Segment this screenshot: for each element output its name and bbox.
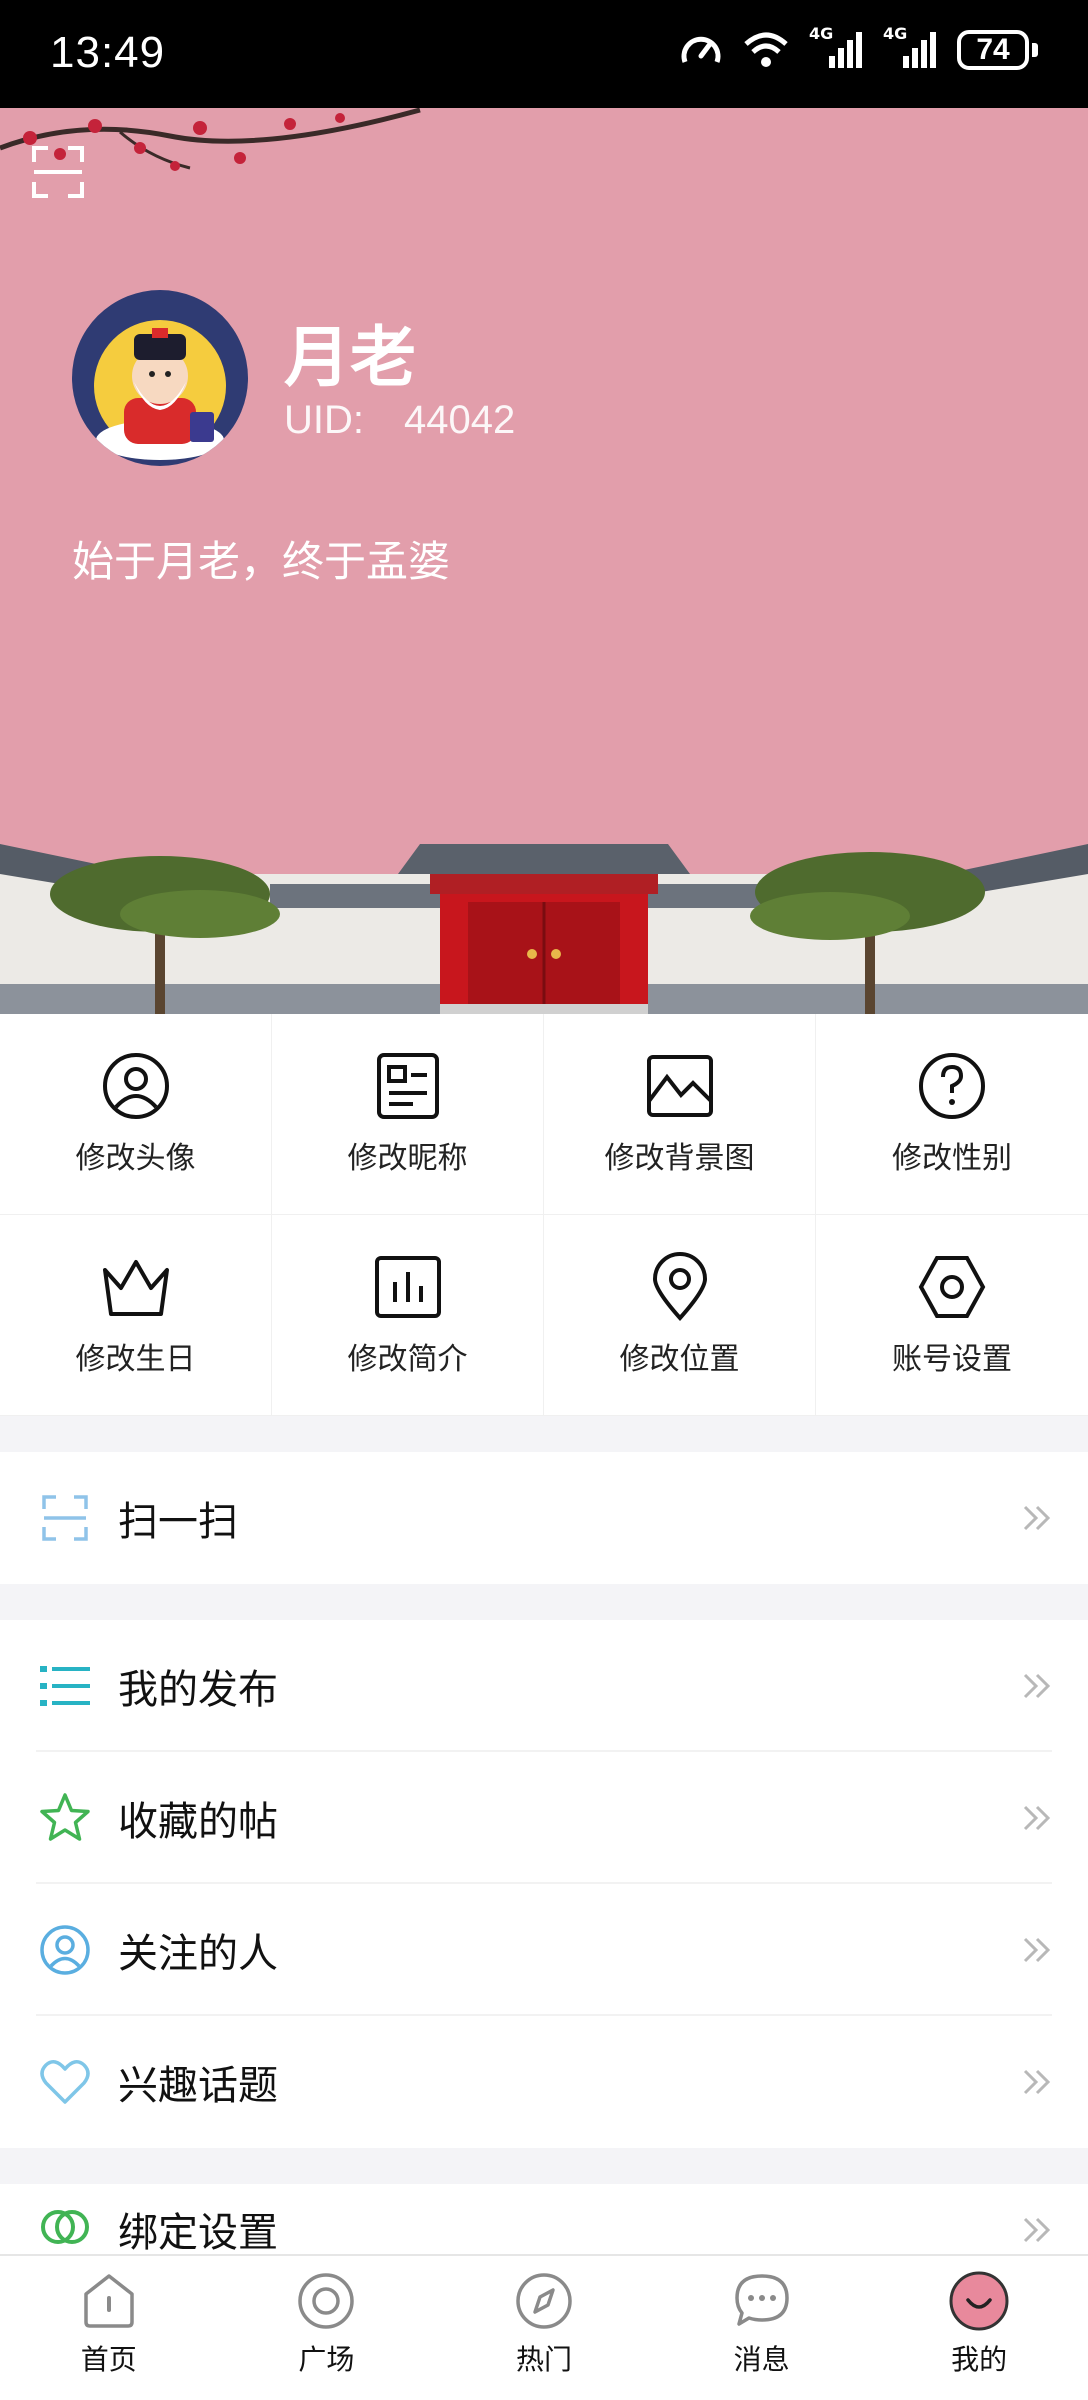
profile-uid: UID: 44042 xyxy=(284,398,515,443)
speed-icon xyxy=(681,36,721,63)
edit-background-button[interactable]: 修改背景图 xyxy=(544,1014,816,1215)
hexagon-icon xyxy=(918,1256,986,1318)
double-chevron-right-icon xyxy=(1023,1805,1051,1831)
profile-name: 月老 xyxy=(284,319,416,396)
status-bar: 13:49 4G 4G 74 xyxy=(0,0,1088,108)
list-icon xyxy=(40,1666,90,1706)
crown-icon xyxy=(102,1260,169,1316)
edit-bio-button[interactable]: 修改简介 xyxy=(272,1215,544,1416)
double-chevron-right-icon xyxy=(1023,2069,1051,2095)
tab-mine[interactable]: 我的 xyxy=(870,2256,1088,2400)
tab-hot[interactable]: 热门 xyxy=(435,2256,653,2400)
status-icons: 4G 4G 74 xyxy=(679,24,1038,70)
smile-icon xyxy=(949,2271,1009,2331)
scan-icon[interactable] xyxy=(30,144,86,200)
double-chevron-right-icon xyxy=(1023,1937,1051,1963)
image-icon xyxy=(646,1055,713,1117)
edit-avatar-button[interactable]: 修改头像 xyxy=(0,1014,272,1215)
scan-section: 扫一扫 xyxy=(0,1452,1088,1584)
avatar[interactable] xyxy=(72,290,248,466)
content-section: 我的发布 收藏的帖 关注的人 兴趣话题 xyxy=(0,1620,1088,2148)
circle-icon xyxy=(298,2273,355,2329)
profile-signature: 始于月老，终于孟婆 xyxy=(72,537,451,586)
menu-item-topics[interactable]: 兴趣话题 xyxy=(0,2016,1088,2148)
menu-item-following[interactable]: 关注的人 xyxy=(0,1884,1088,2016)
edit-birthday-button[interactable]: 修改生日 xyxy=(0,1215,272,1416)
home-icon xyxy=(84,2274,134,2328)
profile-header: 月老 UID: 44042 始于月老，终于孟婆 xyxy=(0,108,1088,1014)
signal-1-icon: 4G xyxy=(809,24,863,70)
star-icon xyxy=(40,1793,90,1841)
double-chevron-right-icon xyxy=(1023,2217,1051,2243)
battery-level: 74 xyxy=(957,30,1029,70)
wifi-icon xyxy=(744,32,788,67)
battery-icon: 74 xyxy=(957,30,1038,70)
chat-icon xyxy=(734,2274,789,2326)
chart-icon xyxy=(374,1256,441,1318)
location-pin-icon xyxy=(652,1252,707,1322)
link-icon xyxy=(41,2210,89,2244)
user-circle-icon xyxy=(102,1053,169,1119)
status-time: 13:49 xyxy=(50,28,166,77)
profile-actions-grid: 修改头像 修改昵称 修改背景图 修改性别 修改生日 修改简介 修改位置 账号设置 xyxy=(0,1014,1088,1416)
account-settings-button[interactable]: 账号设置 xyxy=(816,1215,1088,1416)
uid-label: UID: xyxy=(284,398,364,442)
menu-item-binding[interactable]: 绑定设置 xyxy=(0,2184,1088,2264)
id-card-icon xyxy=(376,1053,439,1119)
tab-square[interactable]: 广场 xyxy=(218,2256,436,2400)
menu-item-favorites[interactable]: 收藏的帖 xyxy=(0,1752,1088,1884)
courtyard-illustration xyxy=(0,844,1088,1014)
tab-home[interactable]: 首页 xyxy=(0,2256,218,2400)
bottom-tab-bar: 首页 广场 热门 消息 我的 xyxy=(0,2254,1088,2400)
menu-item-scan[interactable]: 扫一扫 xyxy=(0,1452,1088,1584)
uid-value: 44042 xyxy=(404,398,516,442)
double-chevron-right-icon xyxy=(1023,1673,1051,1699)
edit-location-button[interactable]: 修改位置 xyxy=(544,1215,816,1416)
edit-nickname-button[interactable]: 修改昵称 xyxy=(272,1014,544,1215)
scan-icon xyxy=(42,1495,88,1541)
edit-gender-button[interactable]: 修改性别 xyxy=(816,1014,1088,1215)
compass-icon xyxy=(516,2273,572,2329)
heart-icon xyxy=(40,2060,90,2104)
signal-2-icon: 4G xyxy=(883,24,937,70)
menu-item-my-posts[interactable]: 我的发布 xyxy=(0,1620,1088,1752)
tab-messages[interactable]: 消息 xyxy=(653,2256,871,2400)
user-icon xyxy=(40,1925,90,1975)
double-chevron-right-icon xyxy=(1023,1505,1051,1531)
binding-section: 绑定设置 xyxy=(0,2184,1088,2264)
question-circle-icon xyxy=(919,1053,985,1119)
